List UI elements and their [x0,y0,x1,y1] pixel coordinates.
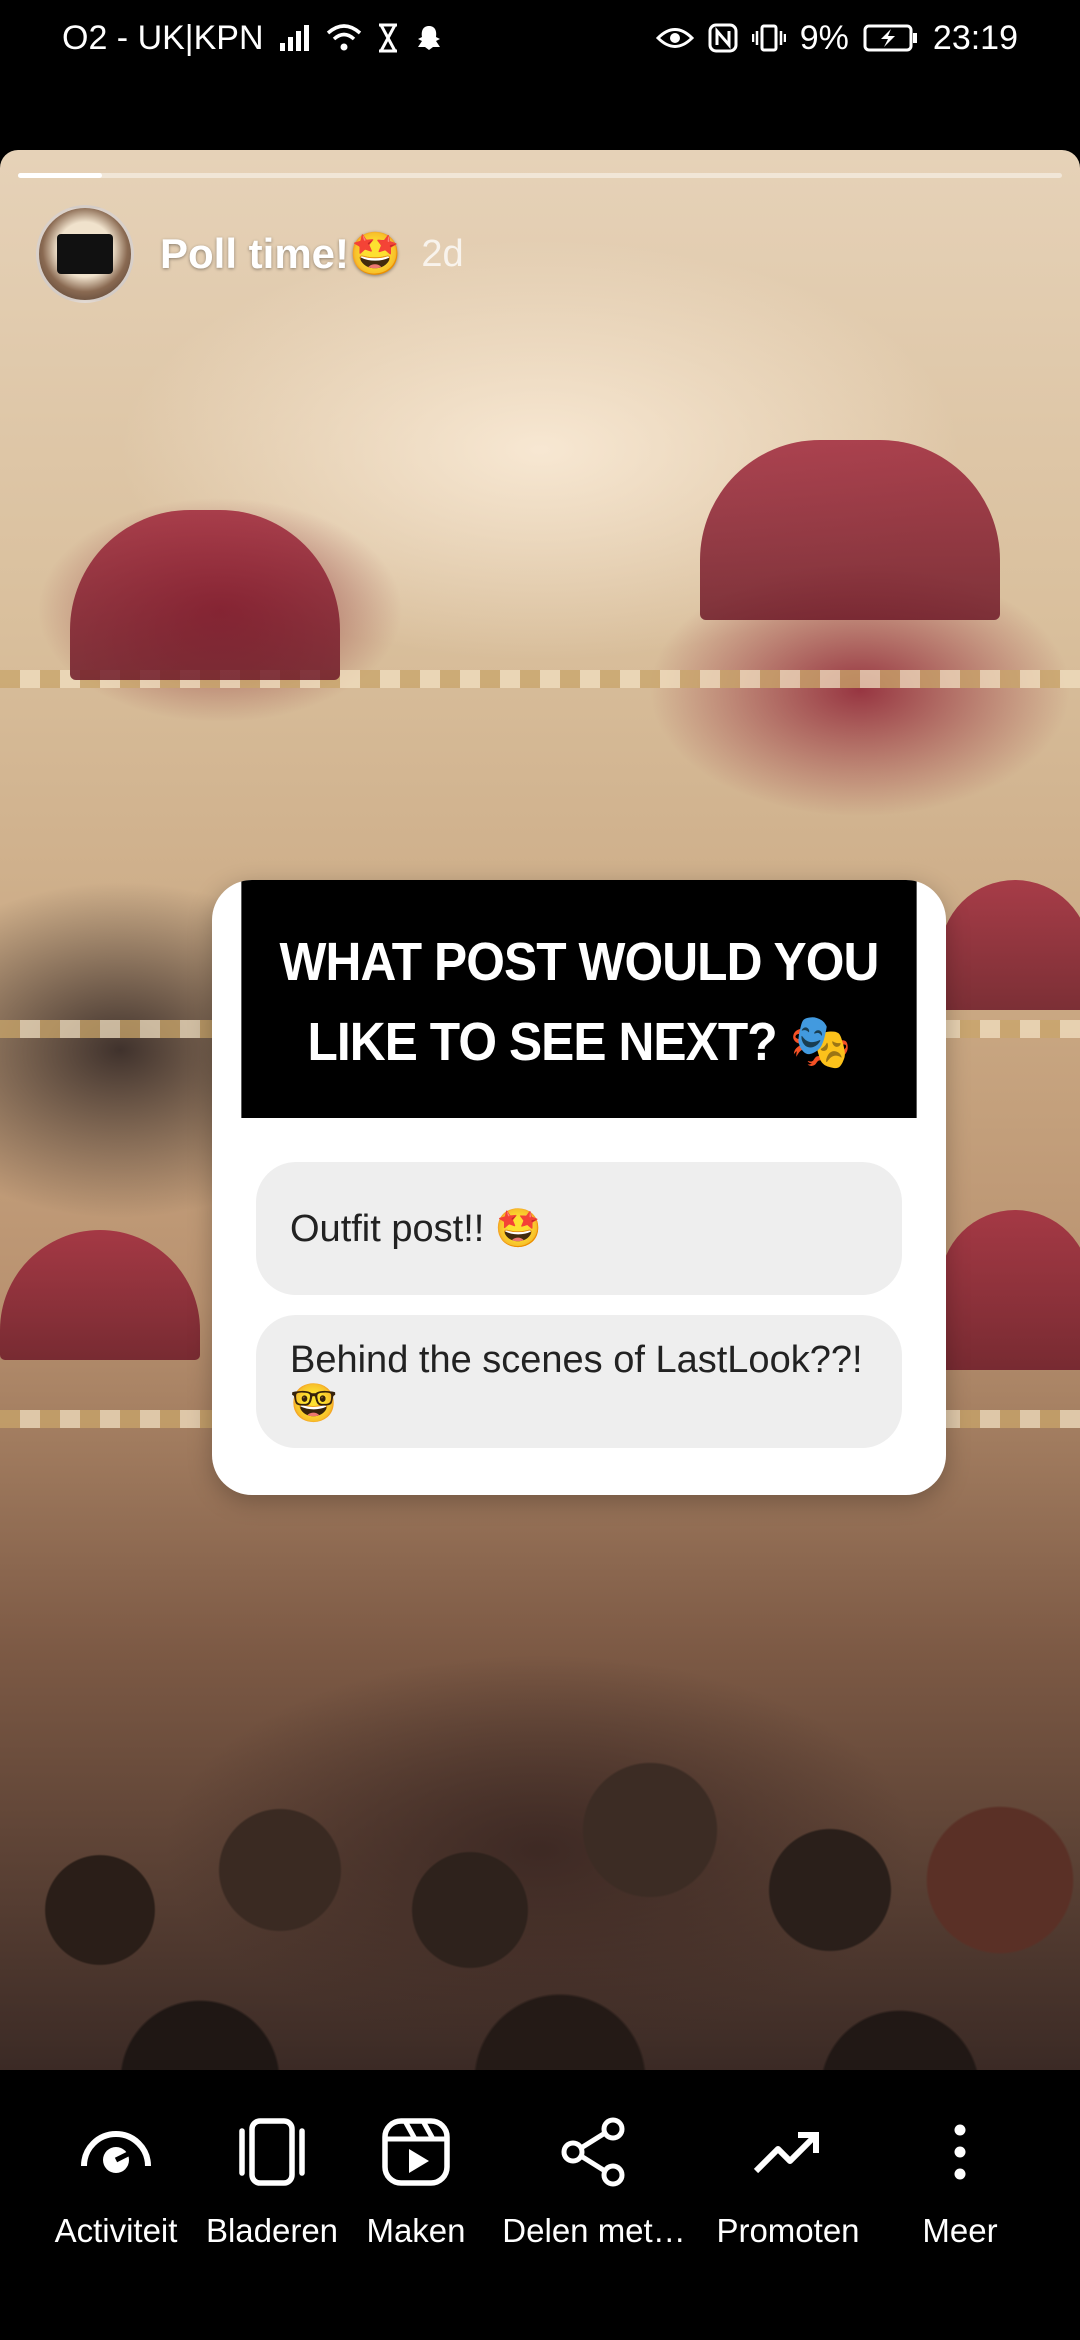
poll-option-1[interactable]: Outfit post!! 🤩 [256,1162,902,1295]
more-label: Meer [922,2212,998,2249]
eye-icon [655,25,694,51]
story-timestamp: 2d [421,232,464,275]
theatre-balcony [0,1230,200,1360]
clock: 23:19 [932,18,1018,57]
theatre-balcony [940,880,1080,1010]
share-label: Delen met… [502,2212,686,2249]
status-bar: O2 - UK|KPN 9% 23:19 [0,0,1080,76]
theatre-balcony [700,440,1000,620]
carrier-label: O2 - UK|KPN [62,18,264,57]
poll-option-2[interactable]: Behind the scenes of LastLook??! 🤓 [256,1315,902,1448]
promote-label: Promoten [716,2212,860,2249]
promote-button[interactable]: Promoten [688,2070,888,2270]
battery-charging-icon [863,23,919,53]
story-title: Poll time!🤩 [160,229,402,277]
wifi-icon [326,23,362,53]
activity-label: Activiteit [54,2212,178,2249]
theatre-balcony [940,1210,1080,1370]
avatar[interactable] [36,205,134,303]
share-button[interactable]: Delen met… [494,2070,694,2270]
snapchat-icon [414,23,444,53]
story-progress-bar [18,173,1062,178]
audience-crowd [0,1650,1080,2070]
create-label: Maken [366,2212,466,2249]
share-icon [559,2114,629,2190]
story-header: Poll time!🤩 2d [36,205,464,303]
browse-icon [234,2114,310,2190]
more-button[interactable]: Meer [860,2070,1060,2270]
battery-percent: 9% [799,18,849,57]
hourglass-icon [376,23,400,53]
theatre-balcony [70,510,340,680]
signal-icon [278,23,312,53]
nfc-icon [708,23,738,53]
trending-icon [752,2114,824,2190]
vibrate-icon [751,23,786,53]
create-button[interactable]: Maken [316,2070,516,2270]
avatar-thumbnail [57,234,113,274]
create-reel-icon [381,2114,451,2190]
activity-icon [78,2114,154,2190]
poll-sticker: WHAT POST WOULD YOU LIKE TO SEE NEXT? 🎭 … [212,880,946,1495]
more-vertical-icon [950,2114,970,2190]
poll-question: WHAT POST WOULD YOU LIKE TO SEE NEXT? 🎭 [241,880,917,1118]
story-progress-fill [18,173,102,178]
story-toolbar: Activiteit Bladeren Maken Delen met… Pro… [0,2070,1080,2340]
